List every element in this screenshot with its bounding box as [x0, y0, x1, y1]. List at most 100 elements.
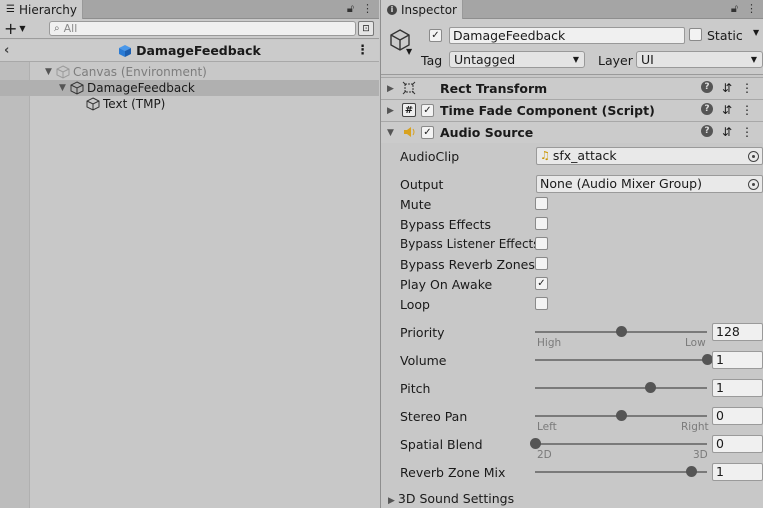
component-enabled-checkbox[interactable]: ✓	[421, 104, 434, 117]
layer-value: UI	[641, 52, 654, 67]
audioclip-value: sfx_attack	[552, 148, 617, 163]
slider-handle[interactable]	[686, 466, 698, 477]
expand-arrow-icon[interactable]: ▼	[59, 83, 70, 93]
volume-label: Volume	[400, 353, 447, 368]
hierarchy-panel: ☰ Hierarchy 🔓︎ ⋮ + ▼ ⌕ All ⊡ ‹ DamageFee…	[0, 0, 379, 508]
more-menu-icon[interactable]: ⋮	[746, 2, 757, 16]
expand-arrow-icon[interactable]: ▶	[387, 106, 394, 116]
lock-icon[interactable]: 🔓︎	[731, 2, 738, 16]
audioclip-field[interactable]: ♫ sfx_attack	[536, 147, 763, 165]
slider-handle[interactable]	[616, 326, 627, 337]
reverb-mix-slider[interactable]	[535, 465, 707, 479]
chevron-down-icon: ▼	[572, 55, 579, 64]
expand-arrow-icon[interactable]: ▶	[388, 496, 395, 506]
pitch-field[interactable]: 1	[712, 379, 763, 397]
create-button[interactable]: + ▼	[4, 20, 26, 37]
tree-item-damagefeedback[interactable]: ▼ DamageFeedback	[0, 80, 379, 96]
reverb-mix-field[interactable]: 1	[712, 463, 763, 481]
tree-item-label: Canvas (Environment)	[73, 65, 207, 79]
chevron-down-icon[interactable]: ▼	[406, 47, 412, 56]
sound-settings-foldout[interactable]: ▶ 3D Sound Settings	[388, 491, 514, 506]
slider-handle[interactable]	[616, 410, 627, 421]
object-name-field[interactable]: DamageFeedback	[449, 27, 685, 44]
search-placeholder: All	[63, 22, 78, 35]
presets-icon[interactable]: ⇵	[722, 103, 732, 117]
bypass-effects-label: Bypass Effects	[400, 217, 492, 232]
volume-field[interactable]: 1	[712, 351, 763, 369]
spatial-2d-label: 2D	[537, 449, 552, 461]
output-field[interactable]: None (Audio Mixer Group)	[536, 175, 763, 193]
bypass-listener-checkbox[interactable]	[535, 237, 548, 250]
spatial-blend-field[interactable]: 0	[712, 435, 763, 453]
spatial-blend-label: Spatial Blend	[400, 437, 483, 452]
component-rect-transform[interactable]: ▶ Rect Transform ? ⇵ ⋮	[381, 77, 763, 99]
lock-icon[interactable]: 🔓︎	[347, 2, 354, 16]
slider-track	[535, 359, 707, 361]
tree-item-text[interactable]: Text (TMP)	[30, 96, 379, 112]
component-time-fade[interactable]: ▶ # ✓ Time Fade Component (Script) ? ⇵ ⋮	[381, 99, 763, 121]
scene-search-button[interactable]: ⊡	[358, 21, 374, 36]
bypass-listener-label: Bypass Listener Effects	[400, 237, 540, 251]
info-icon: i	[387, 4, 397, 15]
more-menu-icon[interactable]: ⋮	[356, 43, 369, 58]
collapse-arrow-icon[interactable]: ▼	[387, 128, 394, 138]
slider-track	[535, 471, 707, 473]
chevron-down-icon: ▼	[750, 55, 757, 64]
inspector-tabbar: i Inspector 🔓︎ ⋮	[381, 0, 763, 19]
help-icon[interactable]: ?	[700, 125, 713, 137]
presets-icon[interactable]: ⇵	[722, 125, 732, 139]
gameobject-icon	[56, 65, 70, 79]
tree-item-label: DamageFeedback	[87, 81, 195, 95]
priority-low-label: Low	[685, 337, 706, 349]
more-menu-icon[interactable]: ⋮	[362, 2, 373, 16]
volume-slider[interactable]	[535, 353, 713, 367]
bypass-effects-checkbox[interactable]	[535, 217, 548, 230]
bypass-reverb-checkbox[interactable]	[535, 257, 548, 270]
active-checkbox[interactable]: ✓	[429, 29, 442, 42]
play-on-awake-checkbox[interactable]: ✓	[535, 277, 548, 290]
more-menu-icon[interactable]: ⋮	[741, 103, 753, 117]
pitch-label: Pitch	[400, 381, 431, 396]
pitch-slider[interactable]	[535, 381, 707, 395]
search-icon: ⌕	[54, 23, 60, 34]
component-audio-source[interactable]: ▼ ✓ Audio Source ? ⇵ ⋮	[381, 121, 763, 143]
loop-checkbox[interactable]	[535, 297, 548, 310]
slider-handle[interactable]	[644, 382, 656, 393]
spatial-blend-slider[interactable]	[530, 437, 707, 451]
presets-icon[interactable]: ⇵	[722, 81, 732, 95]
search-input[interactable]: ⌕ All	[49, 21, 356, 36]
chevron-down-icon: ▼	[19, 24, 26, 33]
component-enabled-checkbox[interactable]: ✓	[421, 126, 434, 139]
expand-arrow-icon[interactable]: ▼	[45, 67, 56, 77]
object-picker-icon[interactable]	[748, 151, 759, 162]
component-title: Rect Transform	[440, 81, 548, 96]
tag-label: Tag	[421, 53, 443, 68]
magnifier-icon: ⊡	[362, 23, 370, 34]
static-checkbox[interactable]	[689, 28, 702, 41]
priority-field[interactable]: 128	[712, 323, 763, 341]
tab-hierarchy[interactable]: ☰ Hierarchy	[0, 0, 83, 19]
static-label: Static	[707, 28, 743, 43]
more-menu-icon[interactable]: ⋮	[741, 81, 753, 95]
tab-inspector[interactable]: i Inspector	[381, 0, 463, 19]
help-icon[interactable]: ?	[700, 103, 713, 115]
expand-arrow-icon[interactable]: ▶	[387, 84, 394, 94]
chevron-down-icon[interactable]: ▼	[753, 28, 759, 37]
play-on-awake-label: Play On Awake	[400, 277, 493, 292]
slider-track	[535, 443, 707, 445]
stereo-pan-label: Stereo Pan	[400, 409, 468, 424]
back-arrow-icon[interactable]: ‹	[4, 43, 9, 58]
object-picker-icon[interactable]	[748, 179, 759, 190]
tag-dropdown[interactable]: Untagged ▼	[449, 51, 585, 68]
component-title: Audio Source	[440, 125, 534, 140]
stereo-pan-field[interactable]: 0	[712, 407, 763, 425]
more-menu-icon[interactable]: ⋮	[741, 125, 753, 139]
help-icon[interactable]: ?	[700, 81, 713, 93]
slider-handle[interactable]	[530, 438, 541, 449]
hierarchy-tree: ▼ Canvas (Environment) ▼ DamageFeedback …	[0, 62, 379, 508]
tree-item-canvas[interactable]: ▼ Canvas (Environment)	[30, 64, 379, 80]
layer-dropdown[interactable]: UI ▼	[636, 51, 763, 68]
tree-item-label: Text (TMP)	[103, 97, 166, 111]
mute-checkbox[interactable]	[535, 197, 548, 210]
gameobject-icon	[86, 97, 100, 111]
